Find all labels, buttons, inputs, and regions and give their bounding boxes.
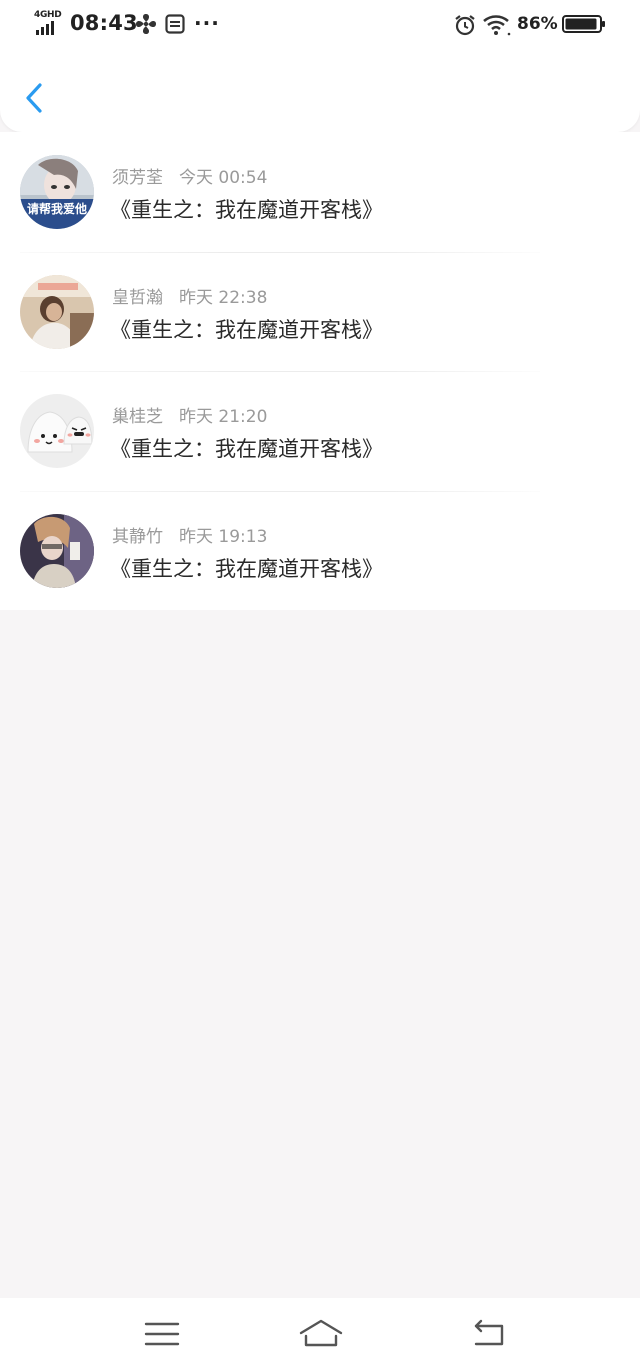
avatar[interactable] [20, 513, 94, 588]
message-text: 《重生之：我在魔道开客栈》 [110, 437, 383, 461]
sender-name: 巢桂芝 [112, 407, 163, 427]
battery-icon [562, 15, 605, 33]
system-nav-bar [0, 1298, 640, 1372]
fan-icon [136, 14, 156, 34]
avatar-caption: 请帮我爱他 [27, 201, 87, 216]
back-button[interactable] [18, 78, 54, 118]
list-item[interactable]: 其静竹 昨天 19:13 《重生之：我在魔道开客栈》 [0, 490, 640, 611]
sim-card-icon [165, 14, 185, 34]
avatar[interactable] [20, 394, 94, 468]
message-text: 《重生之：我在魔道开客栈》 [110, 198, 383, 222]
avatar[interactable] [20, 274, 94, 349]
more-notifications-icon: ··· [194, 11, 220, 35]
message-meta: 巢桂芝 昨天 21:20 [112, 402, 267, 427]
message-meta: 其静竹 昨天 19:13 [112, 522, 267, 547]
network-type: 4GHD [34, 10, 62, 20]
battery-percent: 86% [517, 14, 558, 34]
message-time: 昨天 22:38 [179, 287, 268, 308]
sender-name: 其静竹 [112, 526, 163, 547]
back-icon[interactable] [468, 1316, 508, 1352]
signal-icon [36, 21, 54, 35]
avatar[interactable]: 请帮我爱他 [20, 155, 94, 229]
message-time: 昨天 19:13 [179, 526, 268, 547]
list-item[interactable]: 请帮我爱他 须芳荃 今天 00:54 《重生之：我在魔道开客栈》 [0, 132, 640, 252]
message-meta: 须芳荃 今天 00:54 [112, 163, 267, 188]
message-list: 请帮我爱他 须芳荃 今天 00:54 《重生之：我在魔道开客栈》 皇哲瀚 昨天 22… [0, 132, 640, 610]
list-item[interactable]: 皇哲瀚 昨天 22:38 《重生之：我在魔道开客栈》 [0, 251, 640, 372]
wifi-icon [483, 15, 511, 36]
message-text: 《重生之：我在魔道开客栈》 [110, 317, 383, 342]
message-time: 昨天 21:20 [179, 407, 268, 427]
menu-icon[interactable] [142, 1316, 182, 1352]
message-time: 今天 00:54 [179, 168, 268, 188]
header-card: 4GHD 08:43 ··· 86% [0, 0, 640, 132]
message-meta: 皇哲瀚 昨天 22:38 [112, 283, 267, 308]
list-item[interactable]: 巢桂芝 昨天 21:20 《重生之：我在魔道开客栈》 [0, 371, 640, 491]
sender-name: 皇哲瀚 [112, 287, 163, 308]
home-icon[interactable] [298, 1316, 344, 1352]
message-text: 《重生之：我在魔道开客栈》 [110, 556, 383, 581]
alarm-icon [455, 15, 475, 36]
status-bar: 4GHD 08:43 ··· 86% [0, 0, 640, 50]
sender-name: 须芳荃 [112, 168, 163, 188]
status-time: 08:43 [70, 11, 138, 35]
